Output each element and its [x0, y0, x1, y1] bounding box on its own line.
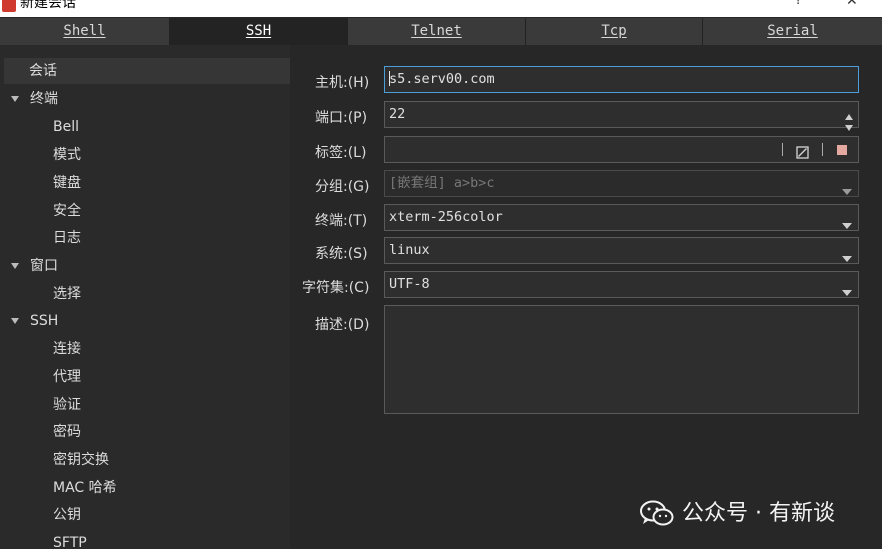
- tree-item-mac[interactable]: MAC 哈希: [0, 475, 290, 501]
- tab-telnet[interactable]: Telnet: [348, 18, 526, 45]
- tree-item-ssh[interactable]: SSH: [0, 308, 290, 334]
- spin-down-icon[interactable]: [844, 116, 854, 131]
- tree-item-label: 密钥交换: [53, 452, 109, 468]
- expand-arrow-icon[interactable]: [10, 94, 20, 104]
- description-textarea[interactable]: [384, 305, 859, 414]
- tree-item-auth[interactable]: 验证: [0, 392, 290, 418]
- tree-item-label: 安全: [53, 203, 81, 219]
- tree-item-kex[interactable]: 密钥交换: [0, 447, 290, 473]
- tree-item-label: MAC 哈希: [53, 480, 117, 496]
- separator: [782, 143, 783, 156]
- tree-item-window[interactable]: 窗口: [0, 253, 290, 279]
- tree-item-keyboard[interactable]: 键盘: [0, 170, 290, 196]
- watermark-text: 公众号 · 有新谈: [682, 501, 835, 526]
- tree-item-session[interactable]: 会话: [4, 58, 290, 84]
- system-label: 系统:(S): [315, 246, 368, 262]
- chevron-down-icon: [842, 247, 852, 272]
- port-label: 端口:(P): [315, 110, 368, 126]
- tree-item-log[interactable]: 日志: [0, 225, 290, 251]
- tree-item-label: SFTP: [53, 535, 87, 549]
- host-input[interactable]: s5.serv00.com: [384, 66, 859, 93]
- host-value: s5.serv00.com: [389, 71, 495, 87]
- description-label: 描述:(D): [315, 317, 370, 333]
- tree-item-label: SSH: [30, 313, 59, 329]
- charset-label: 字符集:(C): [302, 280, 370, 296]
- tab-label: Telnet: [411, 23, 462, 39]
- tab-shell[interactable]: Shell: [0, 18, 170, 45]
- protocol-tabs: Shell SSH Telnet Tcp Serial: [0, 18, 882, 45]
- tree-item-proxy[interactable]: 代理: [0, 364, 290, 390]
- tree-item-label: 终端: [30, 91, 58, 107]
- tree-item-label: 日志: [53, 230, 81, 246]
- tab-label: Shell: [63, 23, 106, 39]
- separator: [822, 143, 823, 156]
- group-label: 分组:(G): [315, 179, 370, 195]
- chevron-down-icon: [842, 281, 852, 306]
- chevron-down-icon: [842, 214, 852, 239]
- port-spinbox[interactable]: 22: [384, 101, 859, 131]
- spin-up-icon[interactable]: [844, 105, 854, 120]
- chevron-down-icon: [842, 180, 852, 205]
- port-value: 22: [389, 106, 406, 122]
- tree-item-label: 公钥: [53, 507, 81, 523]
- tag-label: 标签:(L): [315, 145, 367, 161]
- tree-item-label: 选择: [53, 286, 81, 302]
- title-bar: 新建会话 ? ✕: [0, 0, 882, 17]
- group-placeholder: [嵌套组] a>b>c: [389, 175, 495, 191]
- charset-value: UTF-8: [389, 276, 430, 292]
- tree-item-label: 验证: [53, 397, 81, 413]
- tab-ssh[interactable]: SSH: [170, 18, 348, 45]
- host-label: 主机:(H): [315, 75, 370, 91]
- tree-item-label: 键盘: [53, 175, 81, 191]
- expand-arrow-icon[interactable]: [10, 261, 20, 271]
- tree-item-selection[interactable]: 选择: [0, 281, 290, 307]
- tab-label: SSH: [245, 23, 272, 39]
- tree-item-label: 窗口: [30, 258, 58, 274]
- tree-item-sftp[interactable]: SFTP: [0, 530, 290, 549]
- group-select[interactable]: [嵌套组] a>b>c: [384, 170, 859, 197]
- tab-label: Tcp: [601, 23, 627, 39]
- close-button[interactable]: ✕: [846, 0, 858, 9]
- tree-item-terminal[interactable]: 终端: [0, 86, 290, 112]
- tree-item-bell[interactable]: Bell: [0, 114, 290, 140]
- tree-item-pubkey[interactable]: 公钥: [0, 502, 290, 528]
- clear-box-icon[interactable]: [796, 143, 809, 168]
- tree-item-cipher[interactable]: 密码: [0, 419, 290, 445]
- window-title: 新建会话: [20, 0, 76, 11]
- expand-arrow-icon[interactable]: [10, 316, 20, 326]
- system-value: linux: [389, 242, 430, 258]
- tag-input[interactable]: [384, 136, 859, 163]
- tree-item-label: 模式: [53, 147, 81, 163]
- system-select[interactable]: linux: [384, 237, 859, 264]
- charset-select[interactable]: UTF-8: [384, 271, 859, 298]
- tab-serial[interactable]: Serial: [703, 18, 882, 45]
- help-button[interactable]: ?: [795, 0, 802, 8]
- app-icon: [2, 0, 16, 12]
- terminal-label: 终端:(T): [315, 213, 368, 229]
- tree-item-label: 密码: [53, 424, 81, 440]
- wechat-icon: [640, 500, 674, 538]
- tree-item-label: Bell: [53, 119, 79, 135]
- tree-item-connection[interactable]: 连接: [0, 336, 290, 362]
- tree-item-label: 连接: [53, 341, 81, 357]
- tree-item-security[interactable]: 安全: [0, 198, 290, 224]
- tab-label: Serial: [767, 23, 818, 39]
- tree-item-label: 会话: [29, 63, 57, 79]
- tree-item-mode[interactable]: 模式: [0, 142, 290, 168]
- tree-item-label: 代理: [53, 369, 81, 385]
- settings-tree: 会话 终端 Bell 模式 键盘 安全 日志 窗口 选择 SSH 连接 代理 验…: [0, 45, 290, 549]
- terminal-value: xterm-256color: [389, 209, 503, 225]
- tab-tcp[interactable]: Tcp: [526, 18, 703, 45]
- color-square-icon[interactable]: [837, 145, 847, 155]
- terminal-select[interactable]: xterm-256color: [384, 204, 859, 231]
